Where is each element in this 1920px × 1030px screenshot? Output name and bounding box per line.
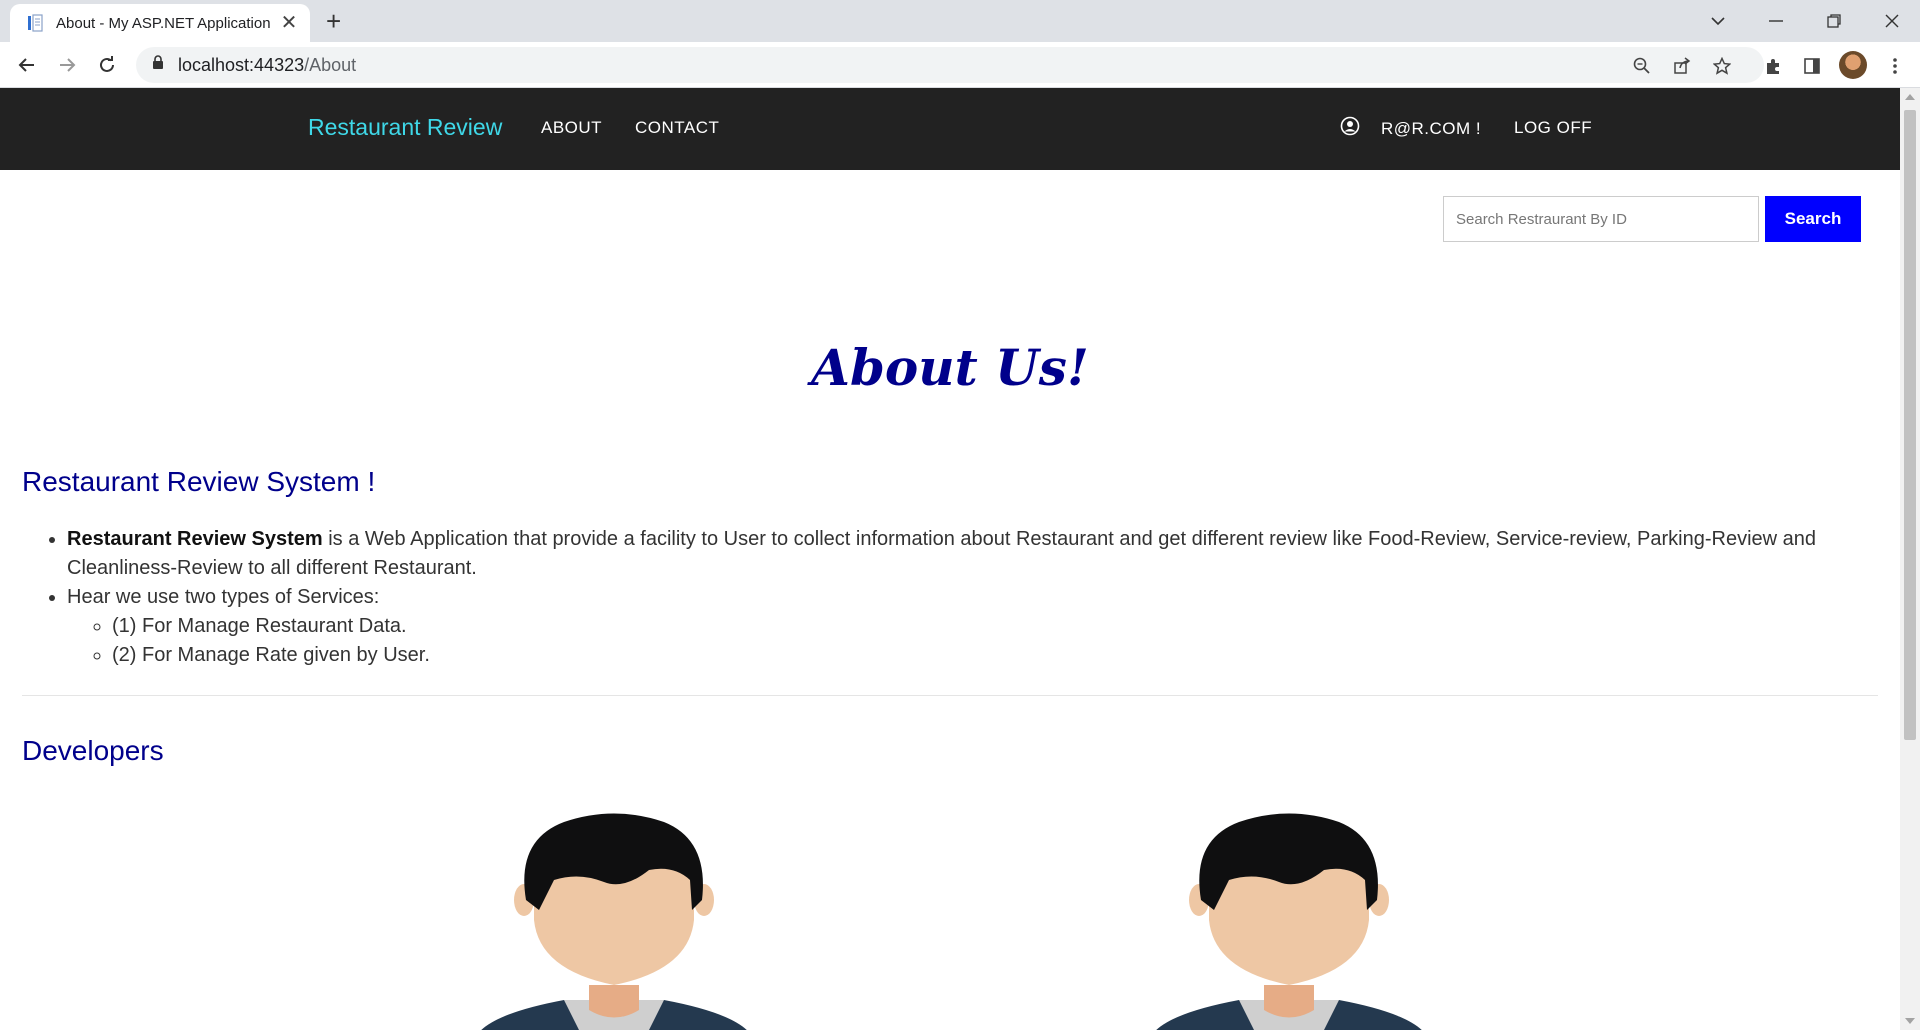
scroll-down-icon[interactable] [1905,1018,1915,1024]
nav-about-link[interactable]: ABOUT [541,118,602,138]
menu-icon[interactable] [1880,51,1910,81]
url-host: localhost:44323 [178,54,305,75]
logoff-link[interactable]: LOG OFF [1514,118,1592,138]
side-panel-icon[interactable] [1797,51,1827,81]
page-title: About Us! [811,338,1089,397]
browser-tab-strip: About - My ASP.NET Application ✕ + [0,0,1920,42]
share-icon[interactable] [1667,51,1697,81]
services-intro: Hear we use two types of Services: [67,586,380,608]
nav-contact-link[interactable]: CONTACT [635,118,719,138]
page-viewport: Restaurant Review ABOUT CONTACT R@R.COM … [0,88,1900,1030]
list-item: (2) For Manage Rate given by User. [112,641,1872,670]
feature-list: Restaurant Review System is a Web Applic… [22,525,1872,670]
section-heading-system: Restaurant Review System ! [22,466,376,497]
page-scrollbar[interactable] [1900,88,1920,1030]
close-window-button[interactable] [1864,0,1920,42]
forward-icon[interactable] [52,50,82,80]
page-favicon-icon [26,14,44,32]
section-heading-developers: Developers [22,735,164,766]
scroll-up-icon[interactable] [1905,94,1915,100]
restore-button[interactable] [1806,0,1862,42]
tab-close-icon[interactable]: ✕ [278,13,300,33]
extensions-icon[interactable] [1758,51,1788,81]
nav-user-link[interactable]: R@R.COM ! [1381,119,1481,139]
list-item: Hear we use two types of Services: (1) F… [67,583,1872,670]
list-item: Restaurant Review System is a Web Applic… [67,525,1872,583]
zoom-icon[interactable] [1627,51,1657,81]
user-circle-icon [1340,116,1360,141]
url-path: /About [304,54,357,75]
profile-avatar[interactable] [1839,51,1867,79]
lock-icon[interactable] [152,55,164,75]
reload-icon[interactable] [92,50,122,80]
search-restaurant-input[interactable] [1443,196,1759,242]
services-list: (1) For Manage Restaurant Data. (2) For … [67,612,1872,670]
scroll-thumb[interactable] [1904,110,1916,740]
minimize-button[interactable] [1748,0,1804,42]
site-navbar: Restaurant Review ABOUT CONTACT R@R.COM … [0,88,1900,170]
star-icon[interactable] [1707,51,1737,81]
browser-toolbar: localhost:44323/About [0,42,1920,88]
developer-avatar [481,813,747,1030]
search-button[interactable]: Search [1765,196,1861,242]
tab-title: About - My ASP.NET Application [56,14,271,32]
divider [22,695,1878,696]
system-description: is a Web Application that provide a faci… [67,528,1817,579]
browser-tab[interactable]: About - My ASP.NET Application ✕ [10,4,310,42]
new-tab-button[interactable]: + [326,8,341,34]
brand-link[interactable]: Restaurant Review [308,114,502,141]
address-bar[interactable]: localhost:44323/About [136,47,1764,83]
tab-search-icon[interactable] [1690,0,1746,42]
developer-avatar [1156,813,1422,1030]
list-item: (1) For Manage Restaurant Data. [112,612,1872,641]
system-name: Restaurant Review System [67,528,323,550]
about-content: Restaurant Review System is a Web Applic… [22,525,1872,670]
back-icon[interactable] [12,50,42,80]
